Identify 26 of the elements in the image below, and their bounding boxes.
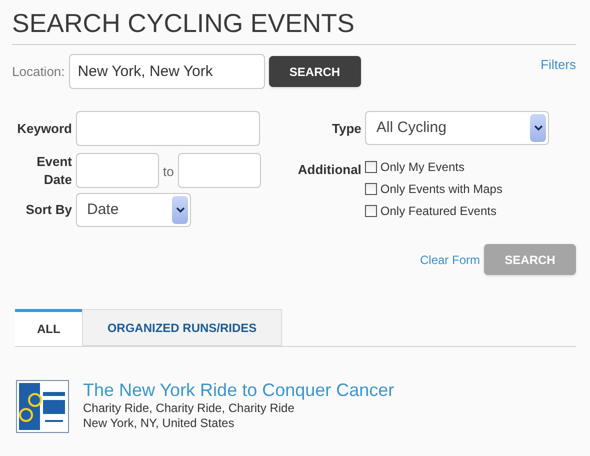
date-to-field[interactable] <box>178 153 261 188</box>
type-label: Type <box>331 120 362 138</box>
sort-select[interactable]: Date <box>76 193 191 227</box>
checkbox[interactable] <box>365 161 378 173</box>
sort-by-label: Sort By <box>24 201 72 220</box>
keyword-label: Keyword <box>16 120 72 138</box>
location-field[interactable]: New York, New York <box>68 54 265 89</box>
tab[interactable]: ORGANIZED RUNS/RIDES <box>82 309 282 346</box>
search-button[interactable]: SEARCH <box>268 56 361 87</box>
to-label: to <box>163 163 174 181</box>
keyword-field[interactable] <box>76 111 260 146</box>
type-select[interactable]: All Cycling <box>365 111 550 145</box>
tab[interactable]: ALL <box>15 309 82 346</box>
additional-label: Additional <box>296 161 362 179</box>
checkbox[interactable] <box>365 183 378 195</box>
page-title: SEARCH CYCLING EVENTS <box>12 8 356 38</box>
event-location: New York, NY, United States <box>83 416 236 431</box>
checkbox[interactable] <box>365 205 378 217</box>
location-label: Location: <box>12 62 65 81</box>
checkbox-label: Only Events with Maps <box>380 181 502 198</box>
event-categories: Charity Ride, Charity Ride, Charity Ride <box>83 401 296 416</box>
checkbox-label: Only Featured Events <box>380 203 496 220</box>
event-date-label: Event Date <box>36 153 72 189</box>
logo-icon <box>16 380 69 433</box>
date-from-field[interactable] <box>76 153 159 188</box>
checkbox-label: Only My Events <box>380 159 464 176</box>
